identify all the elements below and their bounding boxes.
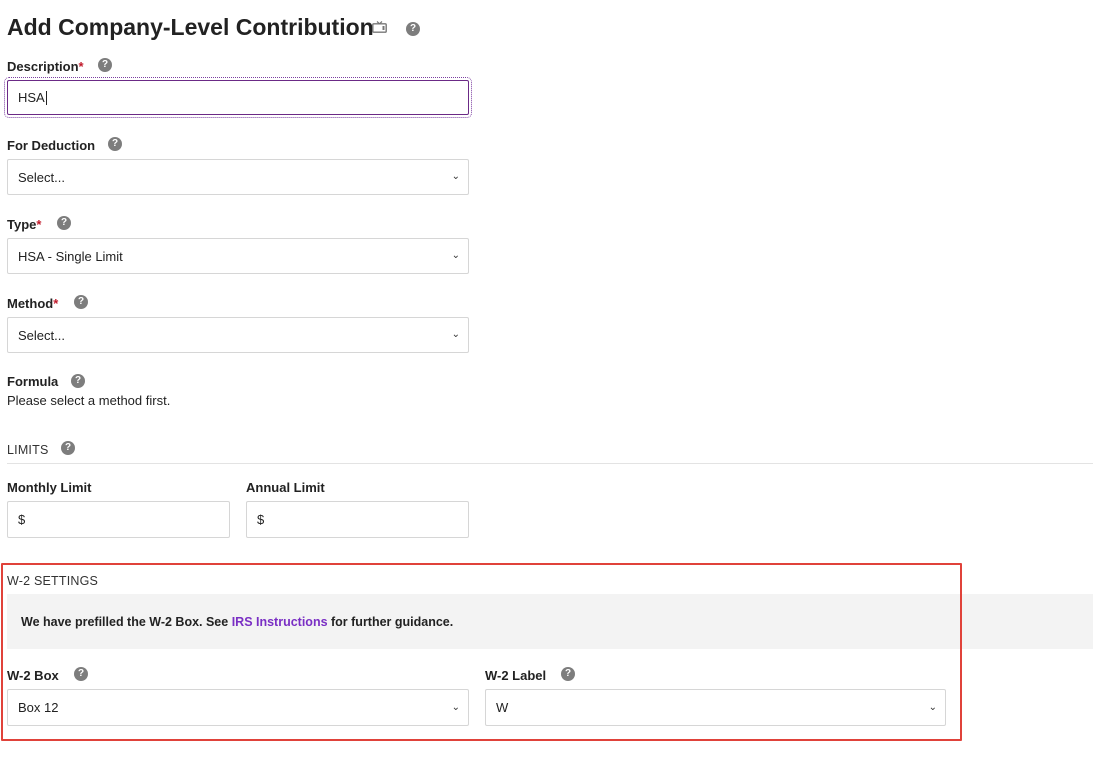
w2-box-select[interactable]: Box 12 ⌄ <box>7 689 469 726</box>
type-select[interactable]: HSA - Single Limit ⌄ <box>7 238 469 274</box>
method-label: Method* <box>7 296 59 311</box>
tv-icon[interactable] <box>372 21 387 33</box>
help-icon[interactable]: ? <box>74 295 88 309</box>
help-icon[interactable]: ? <box>406 22 420 36</box>
monthly-limit-input[interactable]: $ <box>7 501 230 538</box>
w2-box-label: W-2 Box <box>7 668 59 683</box>
annual-limit-label: Annual Limit <box>246 480 325 495</box>
limits-divider <box>7 463 1093 464</box>
help-icon[interactable]: ? <box>71 374 85 388</box>
page-title: Add Company-Level Contribution <box>7 14 374 40</box>
chevron-down-icon: ⌄ <box>928 701 937 713</box>
help-icon[interactable]: ? <box>74 667 88 681</box>
chevron-down-icon: ⌄ <box>451 249 460 261</box>
help-icon[interactable]: ? <box>98 58 112 72</box>
for-deduction-label: For Deduction <box>7 138 96 153</box>
formula-helper-text: Please select a method first. <box>7 393 171 408</box>
w2-label-label: W-2 Label <box>485 668 547 683</box>
irs-instructions-link[interactable]: IRS Instructions <box>232 615 328 629</box>
help-icon[interactable]: ? <box>57 216 71 230</box>
currency-prefix: $ <box>257 512 265 527</box>
monthly-limit-label: Monthly Limit <box>7 480 92 495</box>
text-cursor <box>45 90 47 105</box>
method-select[interactable]: Select... ⌄ <box>7 317 469 353</box>
description-input[interactable]: HSA <box>4 77 472 118</box>
limits-heading: LIMITS <box>7 443 49 457</box>
formula-label: Formula <box>7 374 59 389</box>
chevron-down-icon: ⌄ <box>451 328 460 340</box>
w2-settings-heading: W-2 SETTINGS <box>7 574 99 588</box>
w2-label-select[interactable]: W ⌄ <box>485 689 946 726</box>
help-icon[interactable]: ? <box>61 441 75 455</box>
help-icon[interactable]: ? <box>561 667 575 681</box>
annual-limit-input[interactable]: $ <box>246 501 469 538</box>
currency-prefix: $ <box>18 512 26 527</box>
w2-info-banner: We have prefilled the W-2 Box. See IRS I… <box>7 594 1093 649</box>
chevron-down-icon: ⌄ <box>451 701 460 713</box>
type-label: Type* <box>7 217 42 232</box>
help-icon[interactable]: ? <box>108 137 122 151</box>
description-label: Description* <box>7 59 84 74</box>
chevron-down-icon: ⌄ <box>451 170 460 182</box>
for-deduction-select[interactable]: Select... ⌄ <box>7 159 469 195</box>
